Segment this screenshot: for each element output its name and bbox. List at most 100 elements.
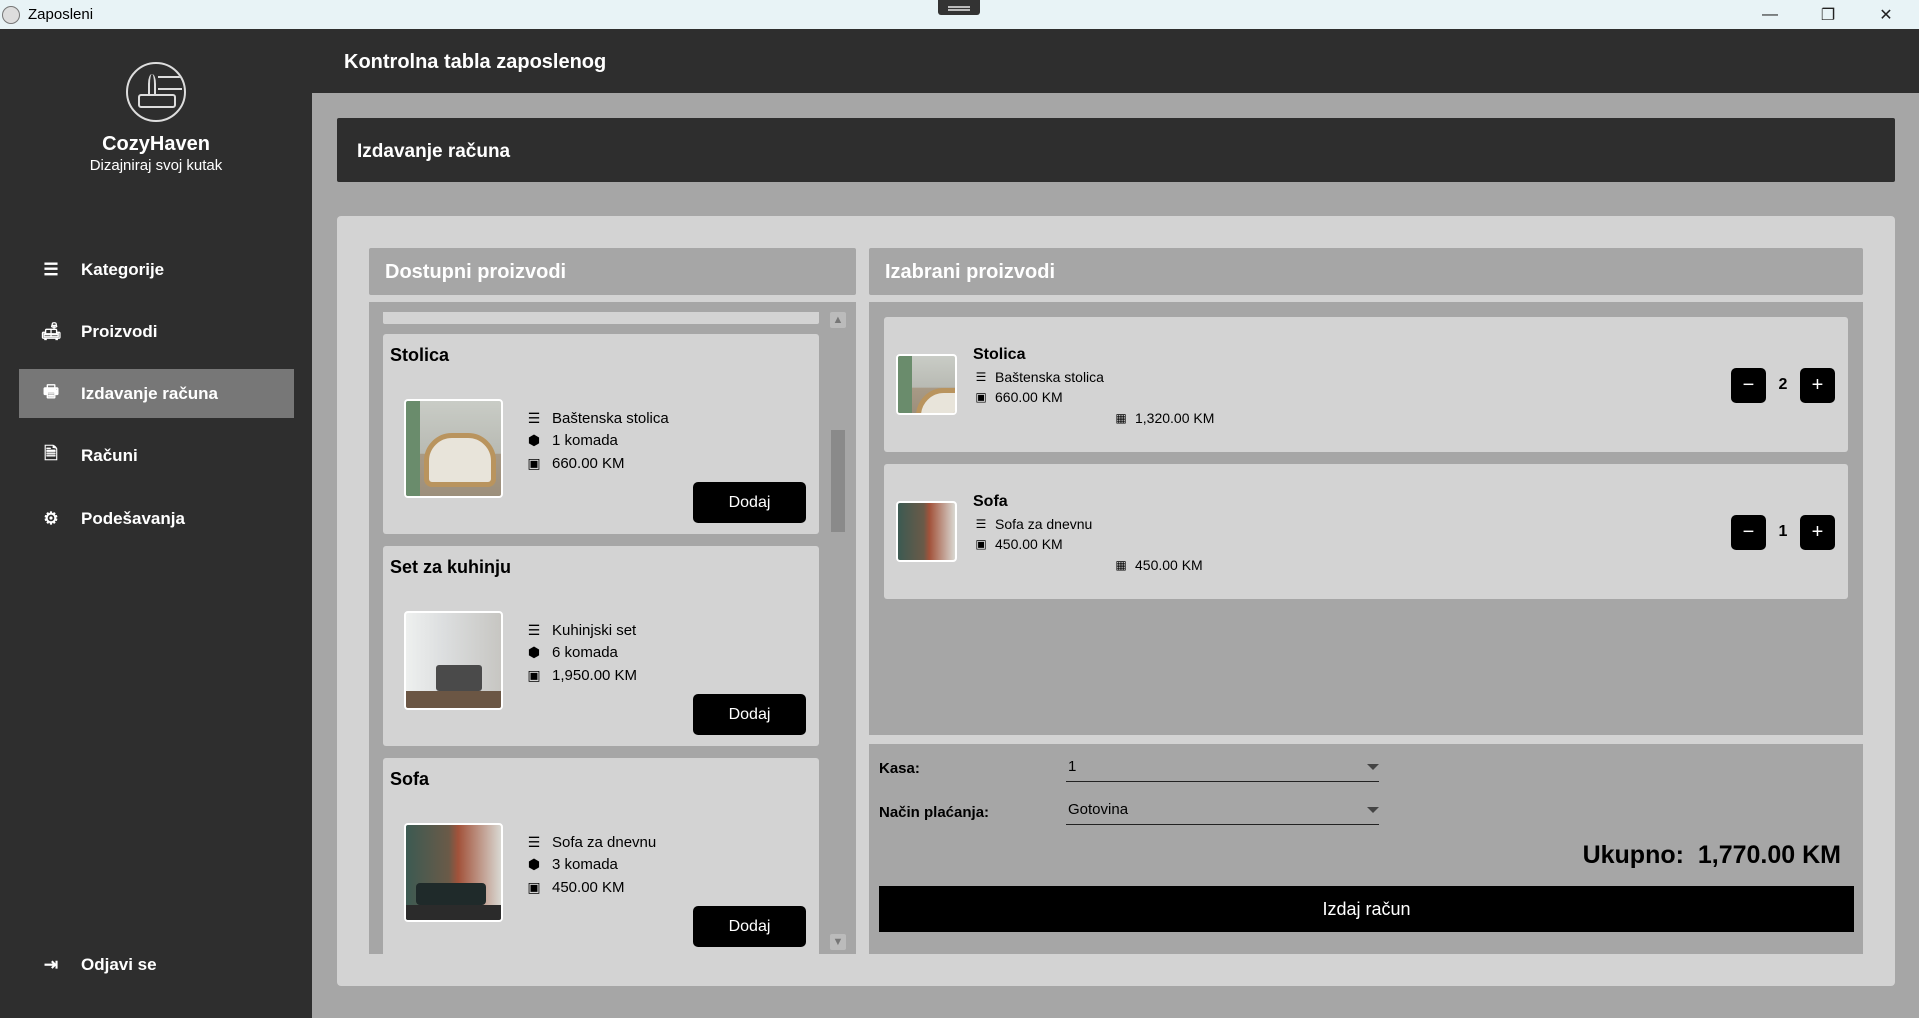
product-description: Kuhinjski set — [552, 622, 637, 639]
list-item-partial — [383, 312, 819, 324]
selected-product-name: Stolica — [973, 346, 1026, 363]
payment-method-label: Način plaćanja: — [879, 804, 990, 821]
selected-product-card: Stolica ☰ Baštenska stolica ▣ 660.00 KM … — [884, 317, 1848, 452]
issue-invoice-button[interactable]: Izdaj račun — [879, 886, 1854, 932]
product-name: Sofa — [390, 769, 430, 789]
selected-product-subtotal: 450.00 KM — [1135, 557, 1203, 573]
logout-icon: ⇥ — [43, 954, 59, 974]
brand-tagline: Dizajniraj svoj kutak — [89, 157, 223, 174]
scroll-down-icon[interactable]: ▼ — [830, 934, 846, 950]
increase-quantity-button[interactable]: + — [1800, 515, 1835, 550]
available-products-title: Dostupni proizvodi — [385, 261, 567, 283]
chevron-down-icon — [1367, 807, 1379, 813]
sidebar-item-label: Proizvodi — [81, 321, 158, 341]
payment-method-select[interactable]: Gotovina — [1066, 795, 1379, 825]
calculator-icon: ▦ — [1115, 558, 1127, 572]
product-stock: 3 komada — [552, 856, 618, 873]
document-icon: 🗎 — [44, 444, 58, 463]
register-value: 1 — [1068, 758, 1077, 775]
product-price: 1,950.00 KM — [552, 667, 638, 684]
quantity-value: 1 — [1778, 523, 1788, 540]
register-select[interactable]: 1 — [1066, 752, 1379, 782]
box-icon: ⬢ — [527, 432, 541, 448]
product-card: Stolica ☰ Baštenska stolica ⬢ 1 komada ▣… — [383, 334, 819, 534]
payment-method-value: Gotovina — [1068, 801, 1129, 818]
logout-button[interactable]: ⇥ Odjavi se — [19, 940, 294, 989]
gear-icon: ⚙ — [43, 508, 59, 528]
cash-register-icon: 🖶 — [42, 382, 60, 401]
description-icon: ☰ — [527, 410, 541, 426]
scroll-up-icon[interactable]: ▲ — [830, 312, 846, 328]
register-label: Kasa: — [879, 760, 920, 777]
product-price: 450.00 KM — [552, 879, 625, 896]
product-image — [404, 823, 503, 922]
app-icon — [2, 5, 20, 24]
selected-product-image — [896, 501, 957, 562]
calculator-icon: ▦ — [1115, 411, 1127, 425]
drag-handle[interactable] — [938, 0, 980, 15]
sidebar-item-label: Izdavanje računa — [81, 383, 219, 403]
scrollbar-thumb[interactable] — [831, 430, 845, 532]
money-icon: ▣ — [527, 667, 541, 683]
selected-product-price: 660.00 KM — [995, 389, 1063, 405]
page-title: Kontrolna tabla zaposlenog — [344, 51, 607, 73]
product-stock: 6 komada — [552, 644, 618, 661]
list-icon: ☰ — [43, 259, 59, 279]
selected-product-price: 450.00 KM — [995, 536, 1063, 552]
selected-product-image — [896, 354, 957, 415]
sidebar-item-label: Kategorije — [81, 259, 165, 279]
section-header: Izdavanje računa — [337, 118, 1895, 182]
selected-product-card: Sofa ☰ Sofa za dnevnu ▣ 450.00 KM ▦ 450.… — [884, 464, 1848, 599]
product-card: Set za kuhinju ☰ Kuhinjski set ⬢ 6 komad… — [383, 546, 819, 746]
total-value: 1,770.00 KM — [1697, 841, 1841, 869]
box-icon: ⬢ — [527, 856, 541, 872]
sidebar-item-kategorije[interactable]: ☰ Kategorije — [19, 245, 294, 294]
decrease-quantity-button[interactable]: − — [1731, 368, 1766, 403]
product-name: Stolica — [390, 345, 450, 365]
product-stock: 1 komada — [552, 432, 618, 449]
logout-label: Odjavi se — [81, 954, 157, 974]
add-product-button[interactable]: Dodaj — [693, 482, 806, 523]
chevron-down-icon — [1367, 764, 1379, 770]
sidebar-item-proizvodi[interactable]: 🛋 Proizvodi — [19, 307, 294, 356]
product-price: 660.00 KM — [552, 455, 625, 472]
product-image — [404, 399, 503, 498]
product-description: Baštenska stolica — [552, 410, 669, 427]
product-name: Set za kuhinju — [390, 557, 512, 577]
add-product-button[interactable]: Dodaj — [693, 694, 806, 735]
money-icon: ▣ — [527, 879, 541, 895]
selected-product-subtotal: 1,320.00 KM — [1135, 410, 1215, 426]
sidebar: CozyHaven Dizajniraj svoj kutak ☰ Katego… — [0, 29, 312, 1018]
invoice-total: Ukupno: 1,770.00 KM — [1583, 841, 1841, 870]
selected-product-description: Baštenska stolica — [995, 369, 1104, 385]
sofa-icon: 🛋 — [40, 321, 62, 341]
invoice-form: Kasa: 1 Način plaćanja: Gotovina Ukupno:… — [869, 744, 1863, 954]
maximize-button[interactable]: ❐ — [1799, 0, 1857, 29]
add-product-button[interactable]: Dodaj — [693, 906, 806, 947]
money-icon: ▣ — [975, 390, 987, 404]
description-icon: ☰ — [527, 834, 541, 850]
available-products-scrollbar[interactable]: ▲ ▼ — [826, 302, 850, 954]
money-icon: ▣ — [975, 537, 987, 551]
selected-products-list: Stolica ☰ Baštenska stolica ▣ 660.00 KM … — [869, 302, 1863, 735]
decrease-quantity-button[interactable]: − — [1731, 515, 1766, 550]
sidebar-item-podesavanja[interactable]: ⚙ Podešavanja — [19, 494, 294, 543]
section-title: Izdavanje računa — [357, 141, 511, 162]
selected-product-name: Sofa — [973, 493, 1008, 510]
sidebar-item-izdavanje-racuna[interactable]: 🖶 Izdavanje računa — [19, 369, 294, 418]
brand-name: CozyHaven — [102, 133, 210, 155]
window-title: Zaposleni — [28, 6, 94, 23]
description-icon: ☰ — [975, 517, 987, 531]
available-products-list[interactable]: Stolica ☰ Baštenska stolica ⬢ 1 komada ▣… — [369, 302, 856, 954]
available-products-header: Dostupni proizvodi — [369, 248, 856, 295]
selected-products-title: Izabrani proizvodi — [885, 261, 1056, 283]
minimize-button[interactable]: — — [1741, 0, 1799, 29]
description-icon: ☰ — [527, 622, 541, 638]
close-button[interactable]: ✕ — [1857, 0, 1915, 29]
sidebar-item-label: Podešavanja — [81, 508, 185, 528]
increase-quantity-button[interactable]: + — [1800, 368, 1835, 403]
page-header: Kontrolna tabla zaposlenog — [312, 29, 1919, 93]
sidebar-item-racuni[interactable]: 🗎 Računi — [19, 431, 294, 480]
description-icon: ☰ — [975, 370, 987, 384]
selected-product-description: Sofa za dnevnu — [995, 516, 1093, 532]
